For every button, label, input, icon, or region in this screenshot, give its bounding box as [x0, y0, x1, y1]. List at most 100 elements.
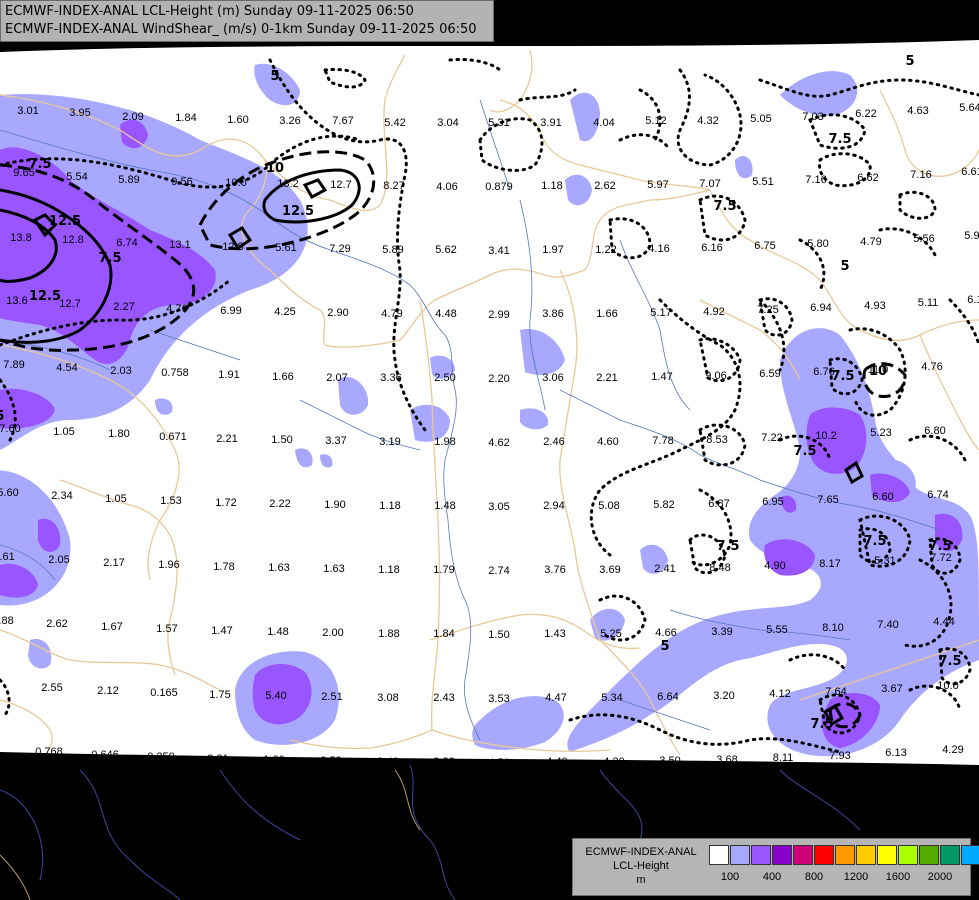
grid-value: 5.61: [275, 242, 296, 254]
grid-value: 1.75: [209, 689, 230, 701]
grid-value: 6.22: [855, 108, 876, 120]
grid-value: 7.72: [930, 552, 951, 564]
grid-value: 5.25: [600, 628, 621, 640]
grid-value: 13.6: [6, 295, 27, 307]
grid-value: 6.74: [116, 237, 137, 249]
grid-value: 2.03: [110, 365, 131, 377]
legend-swatches: [709, 845, 979, 865]
grid-value: 1.43: [544, 628, 565, 640]
grid-value: 0.758: [161, 367, 189, 379]
grid-value: 2.00: [322, 627, 343, 639]
header-title-windshear: ECMWF-INDEX-ANAL WindShear_ (m/s) 0-1km …: [5, 22, 477, 37]
grid-value: 5.11: [918, 297, 939, 309]
legend-tick: 1200: [843, 871, 869, 883]
grid-value: 4.60: [597, 436, 618, 448]
grid-value: 2.21: [596, 372, 617, 384]
grid-value: 4.48: [435, 308, 456, 320]
grid-value: 2.22: [269, 498, 290, 510]
grid-value: 6.75: [754, 240, 775, 252]
grid-value: 5.54: [66, 171, 87, 183]
legend-swatch: [730, 845, 750, 865]
grid-value: 3.01: [17, 105, 38, 117]
weather-map: 7.512.57.512.51012.557.57.557.5 107.57.5 7…: [0, 40, 979, 900]
legend-tick: 1600: [885, 871, 911, 883]
grid-value: 2.12: [97, 685, 118, 697]
grid-value: 2.62: [594, 180, 615, 192]
grid-value: 1.48: [434, 500, 455, 512]
grid-value: 1.97: [542, 244, 563, 256]
contour-label: 7.5: [831, 369, 854, 384]
header-title-lcl: ECMWF-INDEX-ANAL LCL-Height (m) Sunday 0…: [5, 4, 414, 19]
grid-value: 6.61: [961, 166, 979, 178]
grid-value: 6.94: [810, 302, 831, 314]
legend-ticks: 100 400 800 1200 1600 2000: [709, 871, 969, 885]
grid-value: 2.55: [41, 682, 62, 694]
grid-value: 7.40: [877, 619, 898, 631]
grid-value: 7.89: [3, 359, 24, 371]
legend-swatch: [814, 845, 834, 865]
grid-value: 2.51: [321, 691, 342, 703]
grid-value: 10.0: [937, 680, 958, 692]
grid-value: 2.62: [46, 618, 67, 630]
grid-value: 0.250: [147, 751, 175, 763]
contour-label: 7.5: [793, 444, 816, 459]
grid-value: 3.69: [599, 564, 620, 576]
grid-value: 6.13: [885, 747, 906, 759]
grid-value: 5.05: [750, 113, 771, 125]
legend-model: ECMWF-INDEX-ANAL: [585, 846, 697, 858]
grid-value: 7.22: [761, 432, 782, 444]
legend-swatch: [709, 845, 729, 865]
contour-label: 5: [0, 409, 5, 424]
grid-value: 4.66: [655, 627, 676, 639]
contour-label: 7.5: [828, 132, 851, 147]
grid-value: 4.62: [488, 437, 509, 449]
grid-value: 13.1: [169, 239, 190, 251]
legend-tick: 400: [762, 871, 782, 883]
grid-value: 2.40: [377, 756, 398, 768]
grid-value: 1.96: [158, 559, 179, 571]
grid-value: 2.46: [543, 436, 564, 448]
grid-value: 5.60: [0, 487, 19, 499]
legend-parameter: LCL-Height: [613, 860, 669, 872]
grid-value: 7.29: [329, 243, 350, 255]
grid-value: 2.59: [320, 755, 341, 767]
grid-value: 3.41: [488, 245, 509, 257]
grid-value: 3.37: [325, 435, 346, 447]
grid-value: 3.06: [542, 372, 563, 384]
legend-swatch: [835, 845, 855, 865]
grid-value: 1.88: [378, 628, 399, 640]
grid-value: 7.25: [757, 304, 778, 316]
grid-value: 6.80: [924, 425, 945, 437]
grid-value: 5.62: [435, 244, 456, 256]
grid-value: 9.56: [171, 176, 192, 188]
grid-value: 11.0: [868, 364, 889, 376]
grid-value: 5.97: [647, 179, 668, 191]
legend-tick: 100: [720, 871, 740, 883]
grid-value: 1.88: [0, 615, 14, 627]
outside-borders-beige: [0, 769, 421, 900]
grid-value: 0.165: [150, 687, 178, 699]
grid-value: 5.55: [766, 624, 787, 636]
grid-value: 10.2: [815, 430, 836, 442]
grid-value: 2.94: [543, 500, 564, 512]
grid-value: 4.50: [488, 757, 509, 769]
contour-label: 12.5: [49, 214, 81, 229]
grid-value: 1.84: [433, 628, 454, 640]
contour-label: 5: [905, 54, 914, 69]
grid-value: 3.76: [544, 564, 565, 576]
grid-value: 7.78: [652, 435, 673, 447]
grid-value: 3.36: [380, 372, 401, 384]
grid-value: 3.26: [279, 115, 300, 127]
color-legend: ECMWF-INDEX-ANAL LCL-Height m 100 400 800 1…: [572, 838, 979, 896]
grid-value: 6.59: [759, 368, 780, 380]
grid-value: 6.15: [967, 294, 979, 306]
grid-value: 6.64: [657, 691, 678, 703]
grid-value: 13.8: [10, 232, 31, 244]
grid-value: 3.67: [881, 683, 902, 695]
grid-value: 7.03: [802, 111, 823, 123]
grid-value: 3.19: [379, 436, 400, 448]
contour-label: 5: [660, 639, 669, 654]
grid-value: 5.89: [118, 174, 139, 186]
grid-value: 2.99: [488, 309, 509, 321]
grid-value: 9.65: [13, 167, 34, 179]
